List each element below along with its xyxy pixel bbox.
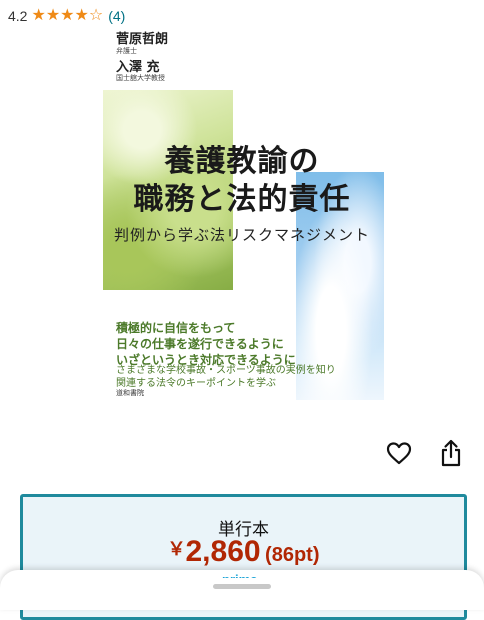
price: ￥2,860 (86pt) [23, 535, 464, 569]
cover-blurb: 積極的に自信をもって 日々の仕事を遂行できるように いざというとき対応できるよう… [116, 320, 296, 368]
star-icon: ★ [45, 7, 61, 24]
star-icon: ★ [31, 7, 46, 24]
cover-blurb-small: さまざまな学校事故・スポーツ事故の実例を知り 関連する法令のキーポイントを学ぶ [116, 364, 336, 390]
author-role: 弁護士 [116, 47, 137, 55]
heart-outline-icon[interactable] [384, 438, 414, 468]
price-amount: 2,860 [185, 535, 261, 568]
share-icon[interactable] [436, 438, 466, 468]
rating-row[interactable]: 4.2 ★ ★ ★ ★ ☆ (4) [8, 6, 125, 26]
star-icon: ★ [60, 7, 75, 24]
blurb-line: さまざまな学校事故・スポーツ事故の実例を知り [116, 365, 336, 376]
author-name: 菅原哲朗 [116, 32, 169, 47]
star-empty-icon: ☆ [88, 7, 104, 24]
cover-text: 菅原哲朗 弁護士 入澤 充 国士舘大学教授 養護教諭の 職務と法的責任 判例から… [100, 24, 384, 400]
rating-count-link[interactable]: (4) [108, 8, 125, 24]
publisher-name: 道和書院 [116, 389, 144, 397]
rating-value: 4.2 [8, 8, 28, 24]
book-subtitle: 判例から学ぶ法リスクマネジメント [113, 226, 370, 244]
author-role: 国士舘大学教授 [116, 74, 165, 82]
blurb-line: 日々の仕事を遂行できるように [116, 337, 284, 351]
currency-symbol: ￥ [167, 539, 186, 559]
bottom-sheet[interactable]: prime [0, 570, 484, 610]
book-title: 職務と法的責任 [133, 182, 351, 217]
drag-handle[interactable] [213, 584, 271, 589]
points-badge: (86pt) [265, 544, 320, 566]
star-icon: ★ [74, 7, 89, 24]
book-cover-image[interactable]: 菅原哲朗 弁護士 入澤 充 国士舘大学教授 養護教諭の 職務と法的責任 判例から… [100, 24, 384, 400]
blurb-line: 積極的に自信をもって [116, 321, 236, 335]
blurb-line: 関連する法令のキーポイントを学ぶ [116, 378, 276, 389]
